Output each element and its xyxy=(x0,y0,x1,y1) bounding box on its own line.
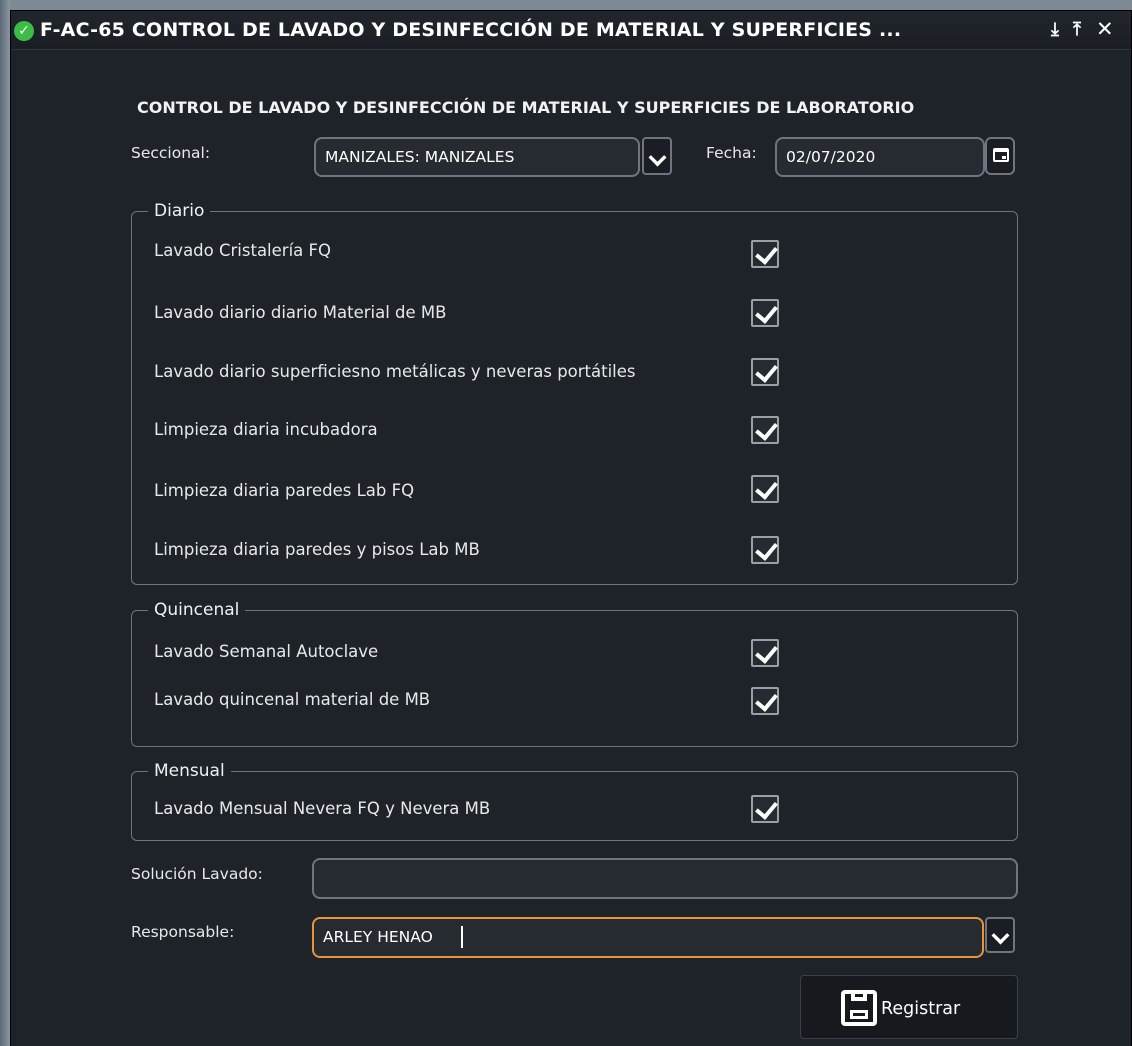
check-icon xyxy=(755,688,778,712)
check-circle-icon: ✓ xyxy=(14,21,34,41)
solucion-label: Solución Lavado: xyxy=(131,865,263,883)
form-content: CONTROL DE LAVADO Y DESINFECCIÓN DE MATE… xyxy=(11,50,1131,1046)
group-diario: Diario xyxy=(131,200,1018,585)
item-label: Limpieza diaria paredes y pisos Lab MB xyxy=(154,540,480,559)
responsable-input[interactable]: ARLEY HENAO xyxy=(312,917,984,958)
dialog-window: ✓ F-AC-65 CONTROL DE LAVADO Y DESINFECCI… xyxy=(10,10,1132,1046)
check-icon xyxy=(755,796,778,820)
form-heading: CONTROL DE LAVADO Y DESINFECCIÓN DE MATE… xyxy=(137,98,915,117)
text-caret xyxy=(461,926,463,948)
group-quincenal-title: Quincenal xyxy=(148,599,246,621)
check-icon xyxy=(755,241,778,265)
group-quincenal: Quincenal xyxy=(131,599,1018,747)
background-window-edge xyxy=(0,0,10,1046)
item-label: Limpieza diaria incubadora xyxy=(154,420,378,439)
item-checkbox[interactable] xyxy=(751,240,779,268)
item-checkbox[interactable] xyxy=(751,475,779,503)
item-label: Lavado diario diario Material de MB xyxy=(154,303,447,322)
group-mensual-title: Mensual xyxy=(148,760,231,782)
item-label: Lavado diario superficiesno metálicas y … xyxy=(154,362,636,381)
item-checkbox[interactable] xyxy=(751,687,779,715)
item-checkbox[interactable] xyxy=(751,358,779,386)
responsable-dropdown-button[interactable] xyxy=(985,917,1015,953)
chevron-down-icon xyxy=(991,926,1010,945)
download-icon[interactable]: ⤓ xyxy=(1051,20,1059,40)
close-icon[interactable]: ✕ xyxy=(1096,19,1114,40)
check-icon xyxy=(755,640,778,664)
item-checkbox[interactable] xyxy=(751,639,779,667)
item-checkbox[interactable] xyxy=(751,299,779,327)
seccional-select[interactable]: MANIZALES: MANIZALES xyxy=(314,137,640,177)
seccional-dropdown-button[interactable] xyxy=(642,137,672,175)
fecha-field[interactable]: 02/07/2020 xyxy=(775,137,985,177)
title-bar[interactable]: ✓ F-AC-65 CONTROL DE LAVADO Y DESINFECCI… xyxy=(11,11,1131,50)
item-label: Limpieza diaria paredes Lab FQ xyxy=(154,481,415,500)
item-checkbox[interactable] xyxy=(751,536,779,564)
fecha-label: Fecha: xyxy=(706,144,757,162)
check-icon xyxy=(755,300,778,324)
item-label: Lavado quincenal material de MB xyxy=(154,690,431,709)
group-diario-title: Diario xyxy=(148,200,211,222)
item-label: Lavado Mensual Nevera FQ y Nevera MB xyxy=(154,799,491,818)
check-icon xyxy=(755,476,778,500)
pin-icon[interactable]: ⤒ xyxy=(1073,20,1081,40)
check-icon xyxy=(755,417,778,441)
solucion-input[interactable] xyxy=(312,858,1018,899)
calendar-icon xyxy=(993,148,1009,162)
seccional-label: Seccional: xyxy=(131,144,211,162)
responsable-label: Responsable: xyxy=(131,923,235,941)
item-checkbox[interactable] xyxy=(751,795,779,823)
check-icon xyxy=(755,537,778,561)
chevron-down-icon xyxy=(648,148,667,167)
calendar-button[interactable] xyxy=(985,137,1015,175)
registrar-button-label: Registrar xyxy=(881,999,961,1019)
save-icon xyxy=(841,990,877,1026)
registrar-button[interactable]: Registrar xyxy=(800,975,1018,1039)
item-label: Lavado Semanal Autoclave xyxy=(154,642,379,661)
check-icon xyxy=(755,359,778,383)
item-checkbox[interactable] xyxy=(751,416,779,444)
window-title: F-AC-65 CONTROL DE LAVADO Y DESINFECCIÓN… xyxy=(40,19,902,41)
item-label: Lavado Cristalería FQ xyxy=(154,241,331,260)
